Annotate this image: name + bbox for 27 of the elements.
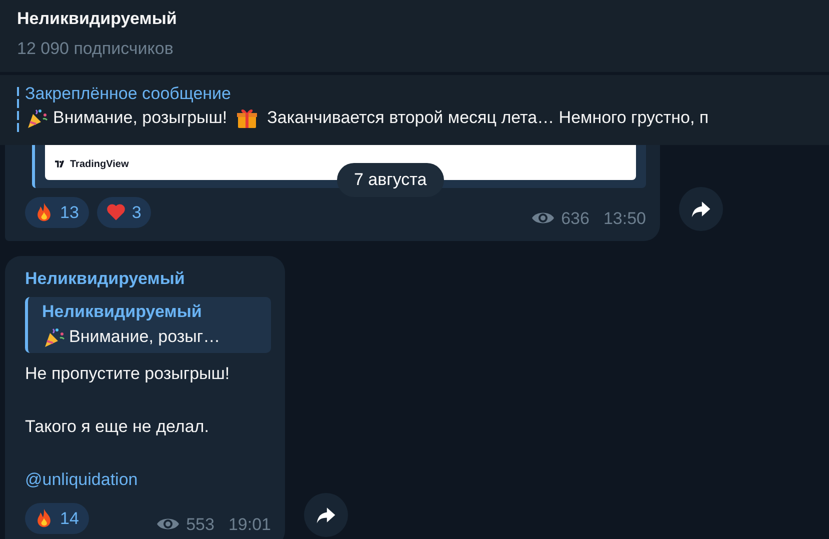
- pinned-title: Закреплённое сообщение: [25, 83, 232, 105]
- pinned-text: Внимание, розыгрыш!: [53, 107, 228, 129]
- view-count: 553: [186, 514, 214, 536]
- reply-author: Неликвидируемый: [42, 301, 203, 323]
- eye-icon: [531, 211, 556, 226]
- message-time: 13:50: [603, 208, 646, 230]
- logo-text: TradingView: [70, 158, 129, 172]
- view-count: 636: [561, 208, 590, 230]
- message-text: Такого я еще не делал.: [25, 416, 210, 438]
- logo-icon: [53, 159, 67, 169]
- eye-icon: [156, 517, 180, 532]
- pinned-message-bar[interactable]: Закреплённое сообщение Внимание, розыгрыш! Заканчивается второй месяц лета… Немного грустно, п: [0, 75, 829, 145]
- message-text: Не пропустите розыгрыш!: [25, 363, 231, 385]
- mention-link[interactable]: @unliquidation: [25, 470, 138, 489]
- reply-quote[interactable]: Неликвидируемый Внимание, розыг…: [25, 297, 271, 353]
- forward-button[interactable]: [304, 493, 348, 537]
- subscriber-count: 12 090 подписчиков: [17, 38, 174, 60]
- reaction-button[interactable]: 14: [25, 502, 89, 534]
- reply-text: Внимание, розыг…: [69, 326, 220, 348]
- author-name[interactable]: Неликвидируемый: [25, 268, 271, 290]
- forward-button[interactable]: [679, 187, 723, 231]
- channel-title: Неликвидируемый: [17, 8, 178, 30]
- message-time: 19:01: [228, 514, 271, 536]
- pinned-text: Заканчивается второй месяц лета… Немного грустно, п: [267, 107, 709, 129]
- date-badge: 7 августа: [337, 163, 444, 197]
- reaction-button[interactable]: 3: [96, 196, 152, 228]
- reaction-button[interactable]: 13: [25, 196, 89, 228]
